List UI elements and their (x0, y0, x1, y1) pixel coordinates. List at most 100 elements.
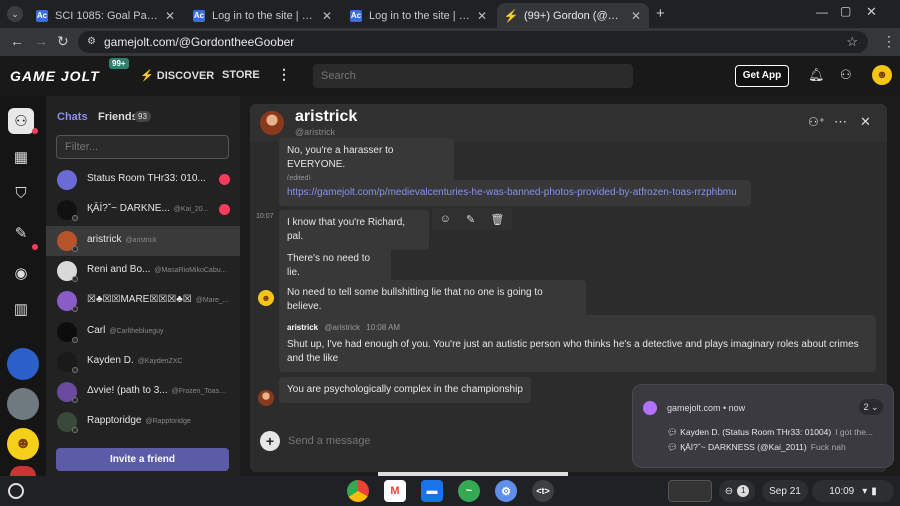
close-window-icon[interactable]: ✕ (866, 4, 877, 20)
launcher-icon[interactable] (8, 483, 24, 499)
chat-options-icon[interactable]: ⋯ (834, 114, 847, 130)
message-group[interactable]: aristrick @aristrick 10:08 AM Shut up, I… (279, 315, 876, 372)
close-tab-icon[interactable]: ✕ (477, 9, 487, 23)
chat-list-item[interactable]: Carl @Carltheblueguy (46, 317, 240, 347)
community-avatar-2[interactable] (7, 388, 39, 420)
chat-list-item[interactable]: Rapptoridge @Rapptoridge (46, 407, 240, 437)
meet-app-icon[interactable]: ~ (458, 480, 480, 502)
notification-tray[interactable]: ⊖ 1 (719, 480, 755, 502)
close-chat-icon[interactable]: ✕ (860, 114, 871, 130)
chat-username: @Frozen_Toas... (171, 388, 226, 396)
notification-line: 💬︎ ҚĀİ?ˇ~ DARKNESS (@Kai_2011) Fuck nah (667, 442, 846, 452)
chat-icon[interactable]: ⚇ (8, 108, 34, 134)
chat-username: @KaydenZXC (137, 357, 183, 365)
site-settings-icon[interactable]: ⚙ (87, 31, 96, 53)
backpack-icon[interactable]: ⛉ (8, 180, 34, 206)
get-app-button[interactable]: Get App (735, 65, 789, 87)
chat-user-name[interactable]: aristrick (295, 108, 357, 126)
gmail-app-icon[interactable]: M (384, 480, 406, 502)
more-menu-icon[interactable]: ⋮ (277, 66, 291, 83)
close-tab-icon[interactable]: ✕ (631, 9, 641, 23)
chat-list-item[interactable]: Kayden D. @KaydenZXC (46, 347, 240, 377)
attach-plus-button[interactable]: + (260, 431, 280, 451)
browser-tab-1[interactable]: Ac SCI 1085: Goal Page | aceconn ✕ (28, 3, 183, 28)
message-bubble[interactable]: No need to tell some bullshitting lie th… (279, 280, 586, 320)
message-input[interactable] (288, 430, 628, 452)
community-avatar-4[interactable] (10, 466, 36, 476)
chat-filter-input[interactable] (56, 135, 229, 159)
browser-tab-4[interactable]: ⚡ (99+) Gordon (@GordontheeGo ✕ (497, 3, 649, 28)
tab-friends[interactable]: Friends (98, 111, 138, 123)
address-bar[interactable]: ⚙ gamejolt.com/@GordontheeGoober ☆ (78, 31, 868, 53)
chat-list-item[interactable]: Δvvie! (path to 3... @Frozen_Toas... (46, 377, 240, 407)
message-bubble[interactable]: You are psychologically complex in the c… (279, 377, 531, 403)
window-thumbnail[interactable] (668, 480, 712, 502)
browser-menu-icon[interactable]: ⋮ (882, 33, 896, 50)
message-text: I know that you're Richard, pal. (287, 217, 406, 242)
gamejolt-logo[interactable]: GAME JOLT (10, 68, 100, 84)
browser-tab-3[interactable]: Ac Log in to the site | aceconnect ✕ (342, 3, 495, 28)
chat-header: aristrick @aristrick ⚇⁺ ⋯ ✕ (250, 104, 887, 142)
tab-search-icon[interactable]: ⌄ (7, 6, 23, 22)
left-rail: ⚇ ▦ ⛉ ✎ ◉ ▥ ☻ (0, 96, 46, 476)
browser-tab-2[interactable]: Ac Log in to the site | aceconnect ✕ (185, 3, 340, 28)
chat-list-item[interactable]: ☒♣☒☒MARE☒☒☒♣☒ @Mare_... (46, 286, 240, 316)
message-bubble[interactable]: I know that you're Richard, pal. (279, 210, 429, 250)
edit-pencil-icon[interactable]: ✎ (466, 213, 475, 226)
message-text: There's no need to lie. (287, 253, 371, 278)
chat-list-item[interactable]: aristrick @aristrick (46, 225, 240, 256)
system-notification[interactable]: gamejolt.com • now 2 ⌄ 💬︎ Kayden D. (Sta… (632, 384, 894, 468)
close-tab-icon[interactable]: ✕ (322, 9, 332, 23)
user-avatar[interactable]: ☻ (872, 65, 892, 85)
community-avatar-smiley[interactable]: ☻ (7, 428, 39, 460)
community-avatar-fnf[interactable] (7, 348, 39, 380)
maximize-window-icon[interactable]: ▢ (840, 4, 851, 18)
notifications-bell-icon[interactable]: 🔔︎ (808, 67, 825, 83)
date-tray[interactable]: Sep 21 (762, 480, 808, 502)
delete-trash-icon[interactable]: 🗑︎ (490, 213, 504, 226)
new-tab-button[interactable]: + (656, 5, 665, 22)
notification-expand-button[interactable]: 2 ⌄ (859, 399, 883, 415)
chat-list-item[interactable]: Status Room THr33: 010... (46, 165, 240, 195)
trophies-icon[interactable]: ◉ (8, 260, 34, 286)
settings-app-icon[interactable]: ⚙ (495, 480, 517, 502)
terminal-app-icon[interactable]: <t> (532, 480, 554, 502)
message-author: aristrick @aristrick 10:08 AM (287, 323, 401, 332)
close-tab-icon[interactable]: ✕ (165, 9, 175, 23)
message-text: Shut up, I've had enough of you. You're … (287, 339, 859, 364)
tab-chats[interactable]: Chats (57, 111, 88, 123)
add-friend-icon[interactable]: ⚇⁺ (808, 115, 825, 129)
discover-link[interactable]: ⚡ DISCOVER (140, 69, 214, 82)
sender-avatar[interactable] (258, 390, 274, 406)
reload-icon[interactable]: ↻ (57, 33, 69, 50)
forward-arrow-icon[interactable]: → (34, 33, 48, 49)
site-search-input[interactable] (313, 64, 633, 88)
store-icon[interactable]: ▦ (8, 144, 34, 170)
back-arrow-icon[interactable]: ← (10, 33, 24, 49)
os-shelf: M ▬ ~ ⚙ <t> ⊖ 1 Sep 21 10:09 ▾ ▮ (0, 476, 900, 506)
chat-username: @Mare_... (195, 297, 229, 305)
sender-avatar-smiley[interactable]: ☻ (258, 290, 274, 306)
friend-requests-icon[interactable]: ⚇ (840, 67, 852, 83)
status-tray[interactable]: 10:09 ▾ ▮ (812, 480, 894, 502)
chat-name: ҚĀİ?ˇ~ DARKNE... @Kai_20... (87, 203, 209, 215)
chat-name: aristrick @aristrick (87, 233, 157, 245)
online-status-dot (72, 366, 78, 373)
online-status-dot (72, 397, 78, 404)
invite-friend-button[interactable]: Invite a friend (56, 448, 229, 471)
bookmark-star-icon[interactable]: ☆ (846, 31, 858, 53)
message-text: No, you're a harasser to EVERYONE. (287, 145, 394, 170)
chat-list-item[interactable]: Reni and Bo... @MasaRioMikoCabu... (46, 256, 240, 286)
chat-list-item[interactable]: ҚĀİ?ˇ~ DARKNE... @Kai_20... (46, 195, 240, 225)
add-reaction-icon[interactable]: ☺ (440, 213, 451, 225)
store-link[interactable]: STORE (222, 69, 260, 81)
message-bubble[interactable]: https://gamejolt.com/p/medievalcenturies… (279, 180, 751, 206)
chat-user-avatar[interactable] (260, 111, 284, 135)
message-link[interactable]: https://gamejolt.com/p/medievalcenturies… (287, 187, 737, 198)
communities-icon[interactable]: ▥ (8, 296, 34, 322)
quests-icon[interactable]: ✎ (8, 220, 34, 246)
message-actions-toolbar: ☺ ✎ 🗑︎ (432, 208, 512, 230)
chrome-app-icon[interactable] (347, 480, 369, 502)
files-app-icon[interactable]: ▬ (421, 480, 443, 502)
minimize-window-icon[interactable]: — (816, 5, 828, 19)
